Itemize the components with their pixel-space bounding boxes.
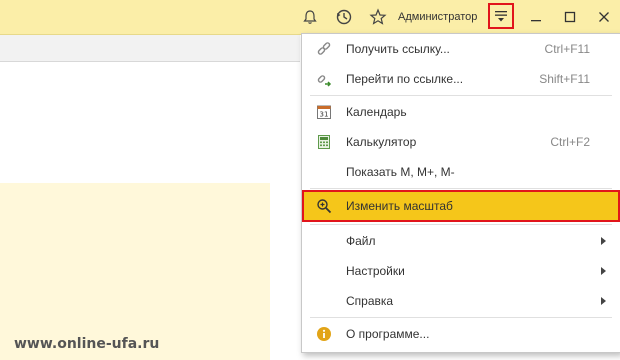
zoom-icon xyxy=(316,198,332,214)
menu-separator xyxy=(310,95,612,96)
menu-item-label: Файл xyxy=(346,234,376,248)
menu-item-label: Получить ссылку... xyxy=(346,42,450,56)
menu-item-label: О программе... xyxy=(346,327,430,341)
star-icon[interactable] xyxy=(366,5,390,29)
menu-item-change-zoom[interactable]: Изменить масштаб xyxy=(302,190,620,222)
menu-item-settings[interactable]: Настройки xyxy=(302,256,620,286)
svg-text:31: 31 xyxy=(320,111,329,119)
chevron-right-icon xyxy=(601,267,606,275)
menu-item-label: Календарь xyxy=(346,105,407,119)
menu-separator xyxy=(310,224,612,225)
menu-item-get-link[interactable]: Получить ссылку... Ctrl+F11 xyxy=(302,34,620,64)
main-menu-button[interactable] xyxy=(488,3,514,29)
menu-item-shortcut: Shift+F11 xyxy=(539,72,590,86)
chevron-right-icon xyxy=(601,237,606,245)
main-menu-dropdown: Получить ссылку... Ctrl+F11 Перейти по с… xyxy=(301,33,620,353)
menu-item-show-memory[interactable]: Показать М, М+, М- xyxy=(302,157,620,187)
minimize-icon[interactable] xyxy=(524,5,548,29)
menu-item-help[interactable]: Справка xyxy=(302,286,620,316)
menu-item-shortcut: Ctrl+F11 xyxy=(544,42,590,56)
title-bar: Администратор xyxy=(0,0,620,35)
menu-item-shortcut: Ctrl+F2 xyxy=(550,135,590,149)
menu-item-label: Калькулятор xyxy=(346,135,417,149)
menu-item-label: Настройки xyxy=(346,264,405,278)
menu-item-file[interactable]: Файл xyxy=(302,226,620,256)
link-icon xyxy=(316,41,332,57)
maximize-icon[interactable] xyxy=(558,5,582,29)
work-area xyxy=(0,183,270,360)
menu-item-label: Показать М, М+, М- xyxy=(346,165,455,179)
menu-icon xyxy=(495,11,507,22)
toolbar-strip xyxy=(0,35,300,62)
close-icon[interactable] xyxy=(592,5,616,29)
history-icon[interactable] xyxy=(332,5,356,29)
menu-separator xyxy=(310,188,612,189)
menu-item-about[interactable]: О программе... xyxy=(302,319,620,349)
menu-item-follow-link[interactable]: Перейти по ссылке... Shift+F11 xyxy=(302,64,620,94)
menu-item-label: Перейти по ссылке... xyxy=(346,72,464,86)
go-link-icon xyxy=(316,71,332,87)
info-icon xyxy=(316,326,332,342)
menu-item-calendar[interactable]: 31 Календарь xyxy=(302,97,620,127)
menu-item-label: Изменить масштаб xyxy=(346,199,453,213)
menu-item-label: Справка xyxy=(346,294,394,308)
calendar-icon: 31 xyxy=(316,104,332,120)
watermark: www.online-ufa.ru xyxy=(14,336,160,352)
user-name[interactable]: Администратор xyxy=(398,0,477,34)
bell-icon[interactable] xyxy=(298,5,322,29)
menu-item-calculator[interactable]: Калькулятор Ctrl+F2 xyxy=(302,127,620,157)
menu-separator xyxy=(310,317,612,318)
chevron-right-icon xyxy=(601,297,606,305)
calculator-icon xyxy=(316,134,332,150)
